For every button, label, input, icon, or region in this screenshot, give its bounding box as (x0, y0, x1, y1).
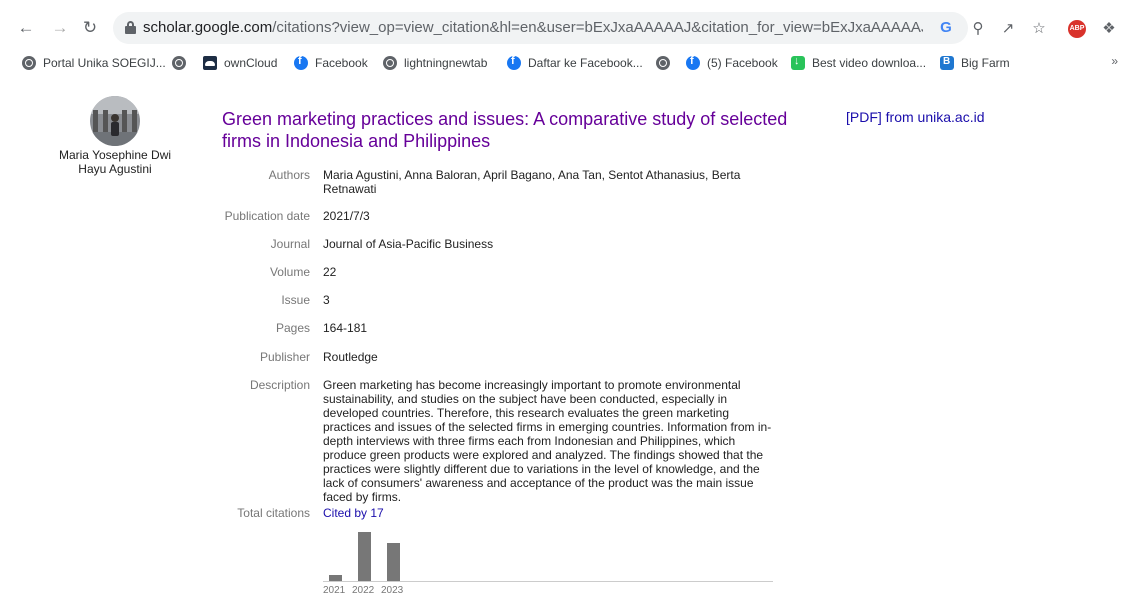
publisher-value: Routledge (323, 350, 378, 364)
bookmark-5-facebook[interactable]: (5) Facebook (686, 54, 778, 72)
facebook-icon (686, 55, 700, 70)
cited-by-link[interactable]: Cited by 17 (323, 506, 783, 520)
lock-icon[interactable] (125, 21, 136, 34)
volume-label: Volume (269, 265, 310, 279)
pdf-link[interactable]: [PDF] from unika.ac.id (846, 109, 985, 125)
bigfarm-icon (940, 56, 954, 70)
authors-value: Maria Agustini, Anna Baloran, April Baga… (323, 168, 741, 196)
google-translate-icon[interactable]: G (936, 18, 956, 38)
pages-label: Pages (275, 321, 310, 335)
bookmark-globe-2[interactable] (656, 54, 677, 72)
bookmark-video-downloader[interactable]: Best video downloa... (791, 54, 926, 72)
histogram-axis (323, 581, 773, 582)
bookmark-big-farm[interactable]: Big Farm (940, 54, 1010, 72)
issue-value: 3 (323, 293, 330, 307)
volume-value: 22 (323, 265, 337, 279)
issue-label: Issue (281, 293, 310, 307)
histogram-year-label-2023: 2023 (381, 585, 404, 596)
download-icon (791, 55, 805, 70)
zoom-icon[interactable]: ⚲ (968, 19, 988, 39)
histogram-bar-2023[interactable] (387, 543, 400, 581)
bookmark-star-icon[interactable]: ☆ (1029, 19, 1049, 39)
avatar-photo-icon (90, 96, 140, 146)
bookmark-globe[interactable] (172, 54, 193, 72)
page-content: Maria Yosephine Dwi Hayu Agustini Green … (0, 76, 1124, 596)
globe-icon (656, 56, 670, 70)
bookmarks-bar: Portal Unika SOEGIJ... ownCloud Facebook… (0, 50, 1124, 76)
description-value: Green marketing has become increasingly … (323, 378, 772, 504)
globe-icon (22, 56, 36, 70)
total-citations-label: Total citations (237, 506, 310, 520)
article-title[interactable]: Green marketing practices and issues: A … (222, 108, 822, 152)
facebook-icon (294, 55, 308, 70)
profile-name[interactable]: Maria Yosephine Dwi Hayu Agustini (50, 148, 180, 176)
more-bookmarks-chevron-icon[interactable]: » (1111, 54, 1118, 68)
back-arrow-icon[interactable]: ← (16, 18, 36, 38)
publication-date-value: 2021/7/3 (323, 209, 370, 223)
description-label: Description (249, 378, 310, 392)
publication-date-label: Publication date (224, 209, 310, 223)
facebook-icon (507, 55, 521, 70)
globe-icon (383, 56, 397, 70)
histogram-year-label-2021: 2021 (323, 585, 346, 596)
histogram-year-label-2022: 2022 (352, 585, 375, 596)
bookmark-portal-unika[interactable]: Portal Unika SOEGIJ... (22, 54, 166, 72)
journal-value: Journal of Asia-Pacific Business (323, 237, 494, 251)
publisher-label: Publisher (259, 350, 310, 364)
authors-label: Authors (268, 168, 310, 182)
bookmark-owncloud[interactable]: ownCloud (203, 54, 277, 72)
reload-icon[interactable]: ↻ (80, 18, 100, 38)
browser-toolbar: ← → ↻ scholar.google.com/citations?view_… (0, 0, 1124, 50)
bookmark-daftar-facebook[interactable]: Daftar ke Facebook... (507, 54, 643, 72)
url-text[interactable]: scholar.google.com/citations?view_op=vie… (143, 19, 923, 36)
bookmark-lightningnewtab[interactable]: lightningnewtab (383, 54, 487, 72)
address-bar[interactable]: scholar.google.com/citations?view_op=vie… (113, 12, 968, 44)
bookmark-facebook[interactable]: Facebook (294, 54, 368, 72)
owncloud-icon (203, 56, 217, 70)
journal-label: Journal (270, 237, 310, 251)
pages-value: 164-181 (323, 321, 368, 335)
extensions-puzzle-icon[interactable]: ❖ (1099, 19, 1119, 39)
profile-avatar[interactable] (90, 96, 140, 146)
share-icon[interactable]: ↗ (998, 19, 1018, 39)
adblock-plus-icon[interactable]: ABP (1068, 20, 1086, 38)
histogram-bar-2022[interactable] (358, 532, 371, 581)
forward-arrow-icon[interactable]: → (50, 18, 70, 38)
globe-icon (172, 56, 186, 70)
